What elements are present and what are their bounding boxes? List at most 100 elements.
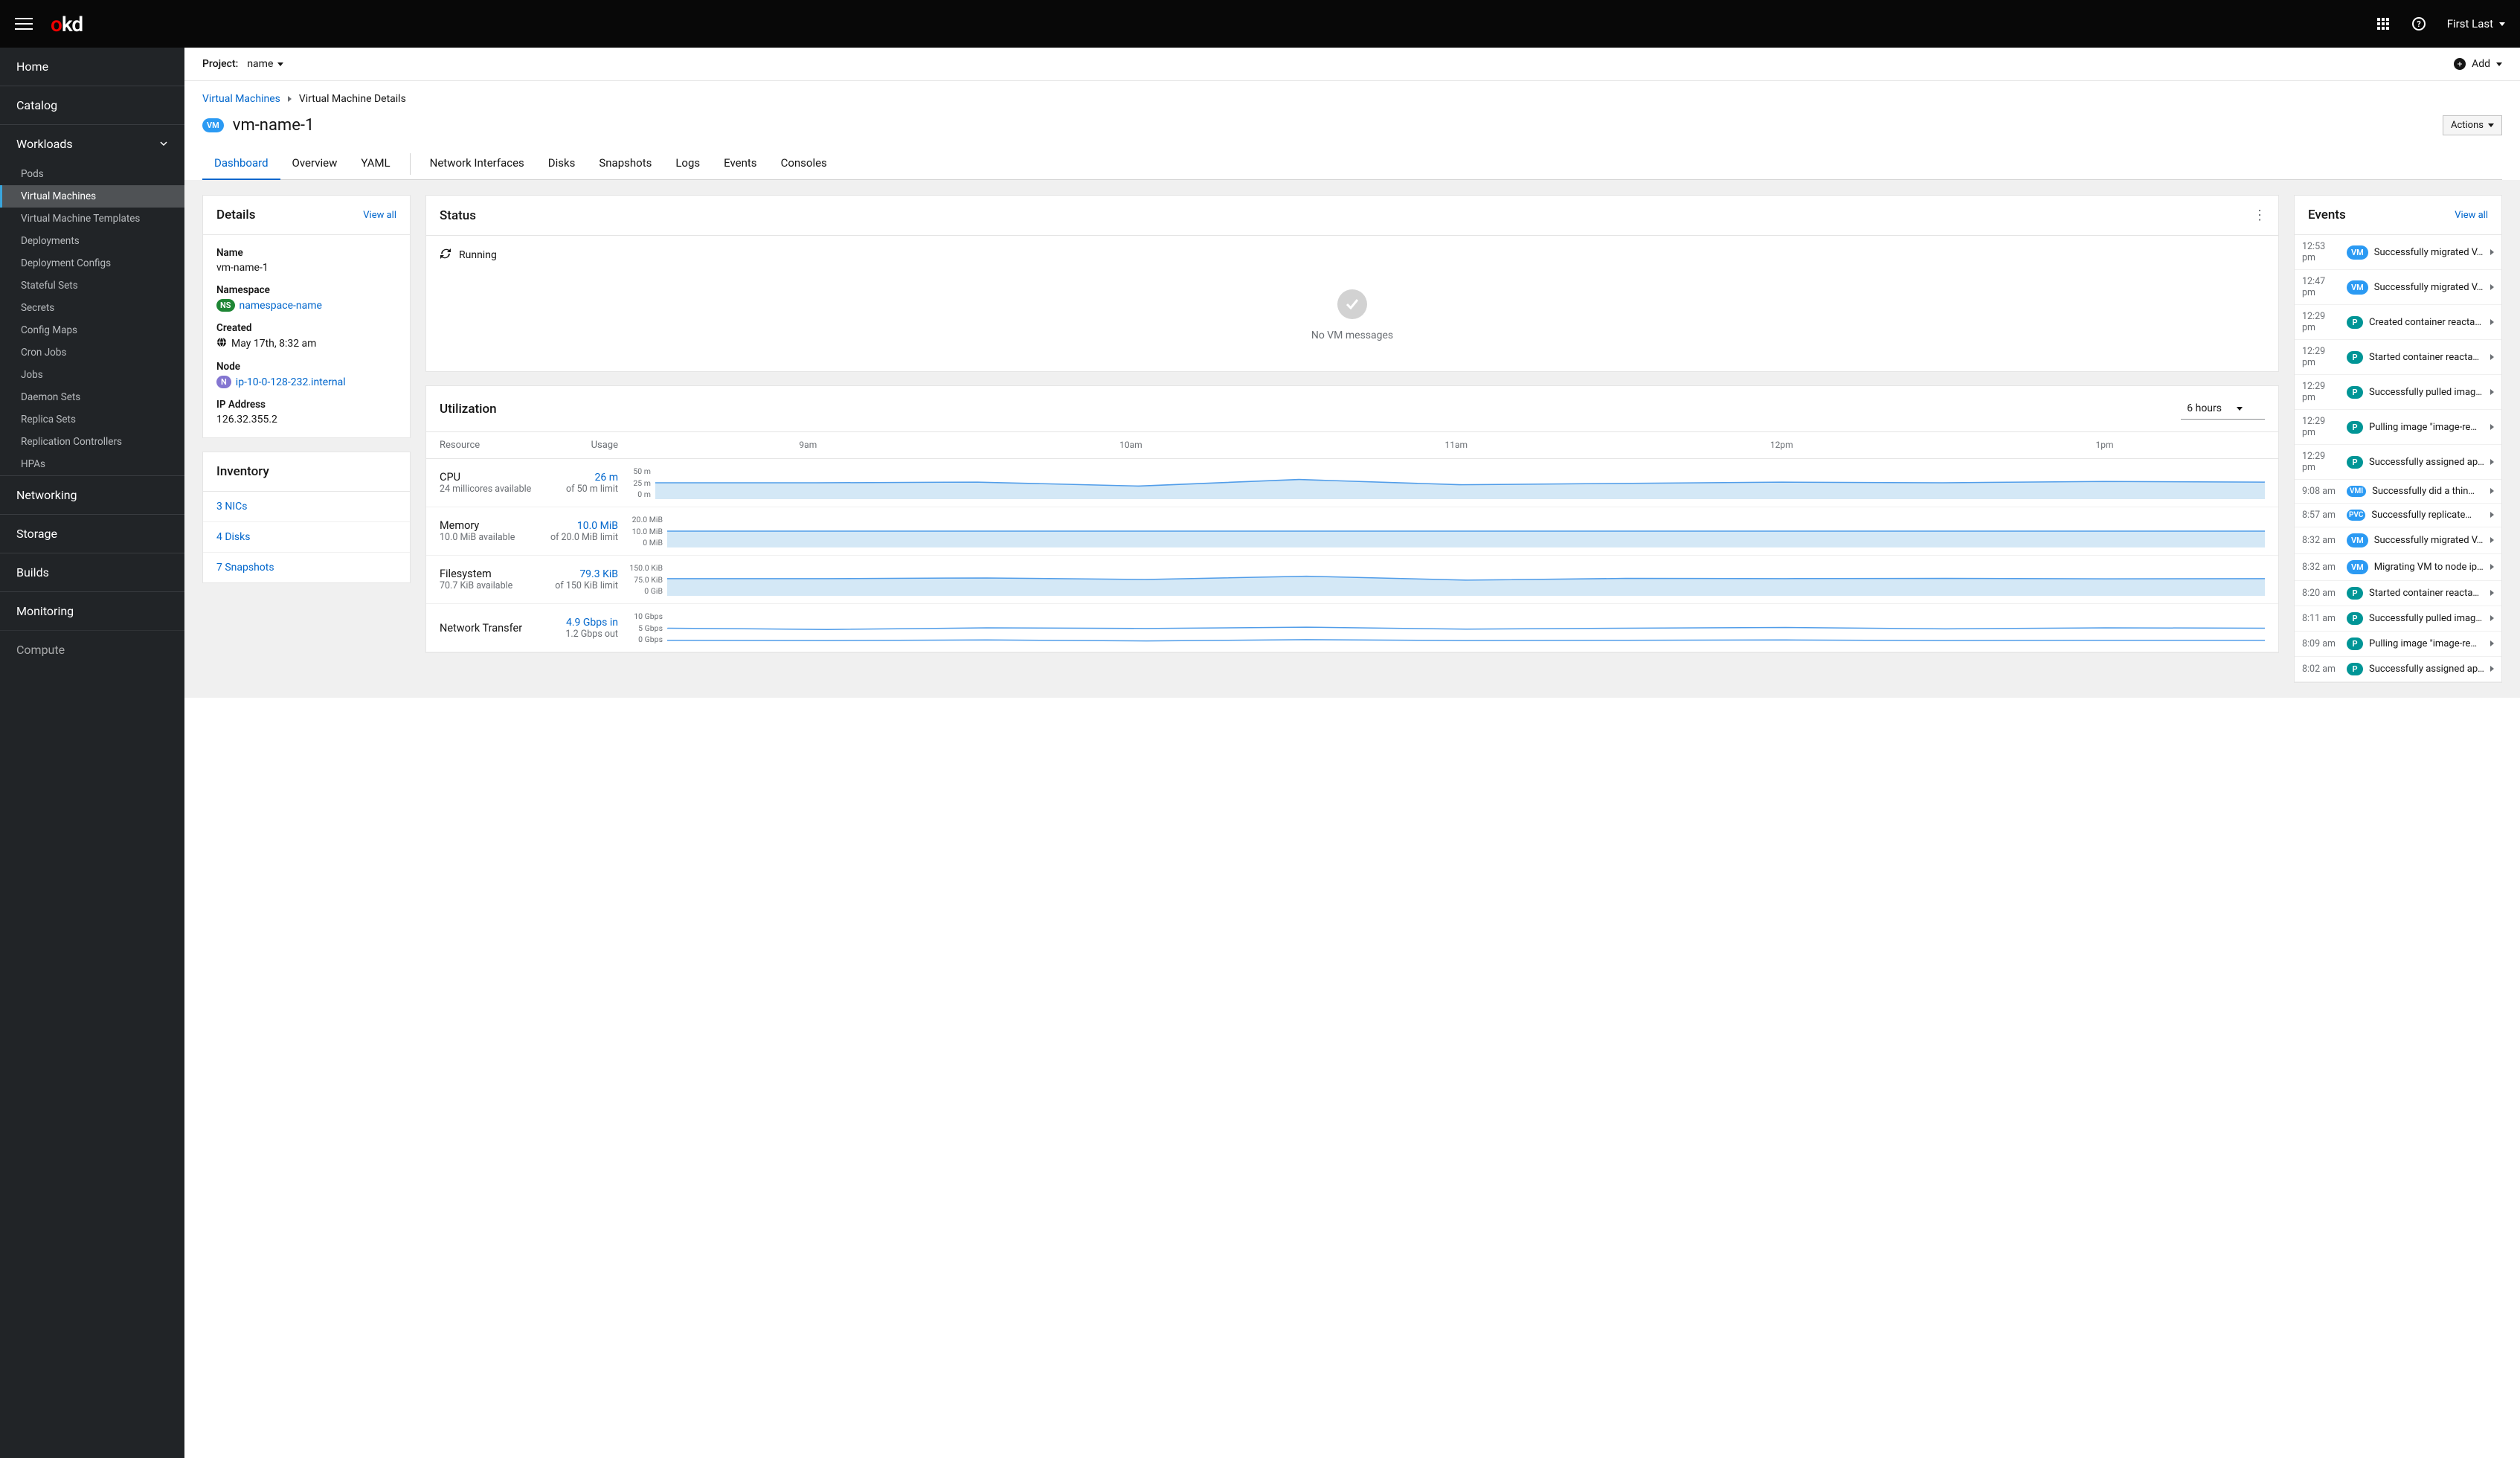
util-row-filesystem: Filesystem70.7 KiB available79.3 KiBof 1…: [426, 556, 2278, 604]
user-menu[interactable]: First Last: [2447, 17, 2505, 30]
event-row[interactable]: 8:02 amPSuccessfully assigned ap…: [2295, 657, 2501, 682]
chevron-right-icon: [2490, 457, 2494, 468]
utilization-range-select[interactable]: 6 hours: [2181, 398, 2265, 420]
event-row[interactable]: 8:09 amPPulling image "image-re…: [2295, 632, 2501, 657]
event-row[interactable]: 12:53 pmVMSuccessfully migrated V…: [2295, 235, 2501, 270]
name-label: Name: [216, 247, 396, 259]
tab-overview[interactable]: Overview: [280, 149, 350, 179]
actions-button[interactable]: Actions: [2443, 115, 2502, 135]
event-row[interactable]: 9:08 amVMISuccessfully did a thin…: [2295, 480, 2501, 504]
sidebar-sub-virtual-machine-templates[interactable]: Virtual Machine Templates: [0, 208, 184, 230]
tab-network-interfaces[interactable]: Network Interfaces: [418, 149, 536, 179]
inventory-item[interactable]: 3 NICs: [203, 492, 410, 521]
sidebar-sub-deployments[interactable]: Deployments: [0, 230, 184, 252]
event-row[interactable]: 12:29 pmPStarted container reacta…: [2295, 340, 2501, 375]
tab-events[interactable]: Events: [712, 149, 768, 179]
breadcrumb-root[interactable]: Virtual Machines: [202, 93, 280, 105]
sidebar-item-monitoring[interactable]: Monitoring: [0, 591, 184, 630]
tab-disks[interactable]: Disks: [536, 149, 588, 179]
sidebar-sub-pods[interactable]: Pods: [0, 163, 184, 185]
event-row[interactable]: 8:32 amVMMigrating VM to node ip…: [2295, 554, 2501, 581]
util-value[interactable]: 26 m: [536, 472, 618, 484]
node-link[interactable]: ip-10-0-128-232.internal: [236, 376, 346, 388]
sidebar-sub-replica-sets[interactable]: Replica Sets: [0, 408, 184, 431]
event-time: 8:32 am: [2302, 535, 2341, 546]
events-card: Events View all 12:53 pmVMSuccessfully m…: [2294, 195, 2502, 683]
event-msg: Created container reacta…: [2369, 317, 2484, 328]
chevron-right-icon: [2490, 317, 2494, 328]
event-row[interactable]: 12:29 pmPSuccessfully pulled imag…: [2295, 375, 2501, 410]
sidebar-item-storage[interactable]: Storage: [0, 514, 184, 553]
hamburger-icon[interactable]: [15, 15, 33, 33]
sidebar-sub-hpas[interactable]: HPAs: [0, 453, 184, 475]
sidebar-item-networking[interactable]: Networking: [0, 475, 184, 514]
sidebar-item-builds[interactable]: Builds: [0, 553, 184, 591]
ip-label: IP Address: [216, 399, 396, 411]
add-button[interactable]: + Add: [2454, 58, 2502, 70]
page-title-text: vm-name-1: [233, 116, 315, 135]
event-time: 8:11 am: [2302, 613, 2341, 624]
event-row[interactable]: 8:32 amVMSuccessfully migrated V…: [2295, 527, 2501, 554]
util-ylabels: 10 Gbps5 Gbps0 Gbps: [629, 611, 663, 644]
chevron-right-icon: [2490, 510, 2494, 521]
chevron-right-icon: [2490, 638, 2494, 649]
chevron-right-icon: [2490, 613, 2494, 624]
sidebar-sub-replication-controllers[interactable]: Replication Controllers: [0, 431, 184, 453]
inventory-item[interactable]: 4 Disks: [203, 521, 410, 552]
tab-logs[interactable]: Logs: [663, 149, 712, 179]
util-head-usage: Usage: [536, 440, 618, 451]
event-row[interactable]: 8:57 amPVCSuccessfully replicate…: [2295, 504, 2501, 527]
event-msg: Pulling image "image-re…: [2369, 422, 2484, 433]
details-view-all[interactable]: View all: [363, 210, 396, 221]
sidebar-sub-config-maps[interactable]: Config Maps: [0, 319, 184, 341]
events-view-all[interactable]: View all: [2455, 210, 2488, 221]
details-title: Details: [216, 208, 255, 222]
chevron-right-icon: [2490, 422, 2494, 433]
apps-icon[interactable]: [2376, 16, 2391, 31]
sidebar-item-home[interactable]: Home: [0, 48, 184, 86]
util-value[interactable]: 10.0 MiB: [536, 520, 618, 532]
status-card: Status ⋮ Running No VM messages: [425, 195, 2279, 372]
tab-snapshots[interactable]: Snapshots: [587, 149, 663, 179]
tab-consoles[interactable]: Consoles: [769, 149, 839, 179]
logo[interactable]: okd: [51, 12, 83, 36]
util-row-network-transfer: Network Transfer4.9 Gbps in1.2 Gbps out1…: [426, 604, 2278, 652]
sidebar-sub-virtual-machines[interactable]: Virtual Machines: [0, 185, 184, 208]
chevron-right-icon: [2490, 562, 2494, 573]
event-row[interactable]: 12:47 pmVMSuccessfully migrated V…: [2295, 270, 2501, 305]
sidebar-sub-daemon-sets[interactable]: Daemon Sets: [0, 386, 184, 408]
status-empty-text: No VM messages: [440, 330, 2265, 341]
sidebar-item-workloads[interactable]: Workloads: [0, 124, 184, 163]
kebab-icon[interactable]: ⋮: [2253, 208, 2265, 223]
event-row[interactable]: 8:11 amPSuccessfully pulled imag…: [2295, 606, 2501, 632]
project-selector[interactable]: name: [247, 58, 283, 70]
tab-yaml[interactable]: YAML: [349, 149, 402, 179]
sidebar-item-compute[interactable]: Compute: [0, 630, 184, 669]
sidebar-sub-cron-jobs[interactable]: Cron Jobs: [0, 341, 184, 364]
util-sub: 70.7 KiB available: [440, 580, 536, 591]
namespace-link[interactable]: namespace-name: [240, 300, 322, 312]
util-row-memory: Memory10.0 MiB available10.0 MiBof 20.0 …: [426, 507, 2278, 556]
sidebar-sub-secrets[interactable]: Secrets: [0, 297, 184, 319]
project-label: Project:: [202, 58, 238, 70]
tab-dashboard[interactable]: Dashboard: [202, 149, 280, 180]
event-msg: Started container reacta…: [2369, 352, 2484, 363]
inventory-item[interactable]: 7 Snapshots: [203, 552, 410, 582]
event-row[interactable]: 12:29 pmPCreated container reacta…: [2295, 305, 2501, 340]
details-card: Details View all Name vm-name-1 Namespac…: [202, 195, 411, 438]
inventory-card: Inventory 3 NICs4 Disks7 Snapshots: [202, 452, 411, 583]
event-row[interactable]: 8:20 amPStarted container reacta…: [2295, 581, 2501, 606]
util-value[interactable]: 79.3 KiB: [536, 568, 618, 580]
sidebar-sub-deployment-configs[interactable]: Deployment Configs: [0, 252, 184, 274]
sidebar-sub-jobs[interactable]: Jobs: [0, 364, 184, 386]
event-row[interactable]: 12:29 pmPSuccessfully assigned ap…: [2295, 445, 2501, 480]
help-icon[interactable]: ?: [2411, 16, 2426, 31]
util-value[interactable]: 4.9 Gbps in: [536, 617, 618, 629]
sidebar-item-catalog[interactable]: Catalog: [0, 86, 184, 124]
event-row[interactable]: 12:29 pmPPulling image "image-re…: [2295, 410, 2501, 445]
event-time: 12:29 pm: [2302, 381, 2341, 403]
sidebar-sub-stateful-sets[interactable]: Stateful Sets: [0, 274, 184, 297]
ip-value: 126.32.355.2: [216, 414, 396, 425]
add-label: Add: [2472, 58, 2490, 70]
chevron-right-icon: [2490, 352, 2494, 363]
